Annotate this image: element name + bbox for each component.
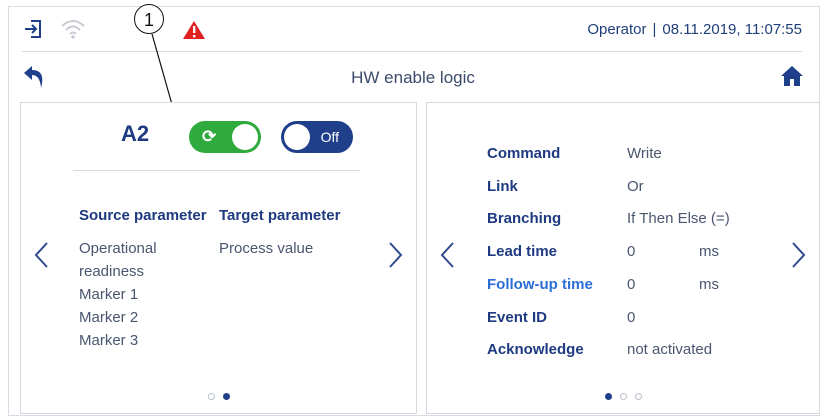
off-toggle[interactable]: Off bbox=[281, 121, 353, 153]
page-title: HW enable logic bbox=[351, 68, 475, 87]
param-unit: ms bbox=[699, 243, 719, 260]
page-dot[interactable] bbox=[619, 393, 627, 400]
left-panel: A2 ⟳ Off Source parameter Target paramet… bbox=[20, 102, 417, 414]
refresh-icon: ⟳ bbox=[202, 127, 217, 146]
target-parameter-list: Process value bbox=[219, 237, 313, 260]
list-item: Process value bbox=[219, 240, 314, 257]
param-value: 0 bbox=[627, 276, 636, 293]
param-key[interactable]: Follow-up time bbox=[487, 276, 627, 293]
chevron-left-icon[interactable] bbox=[33, 241, 49, 275]
list-item: Operational bbox=[79, 240, 157, 257]
page-dot[interactable] bbox=[207, 393, 215, 400]
toggle-knob bbox=[232, 124, 258, 150]
param-key: Acknowledge bbox=[487, 341, 584, 358]
home-icon[interactable] bbox=[780, 65, 804, 92]
toggle-knob bbox=[284, 124, 310, 150]
target-parameter-header: Target parameter bbox=[219, 207, 341, 224]
list-item: Marker 2 bbox=[79, 309, 139, 326]
title-bar: HW enable logic bbox=[8, 58, 818, 98]
param-value: 0 bbox=[627, 243, 636, 260]
page-dot-active[interactable] bbox=[222, 393, 230, 400]
list-item: Marker 3 bbox=[79, 332, 139, 349]
param-value: 0 bbox=[627, 309, 636, 326]
param-value: Or bbox=[627, 178, 644, 195]
source-parameter-list: Operational readiness Marker 1 Marker 2 … bbox=[79, 237, 157, 352]
chevron-right-icon[interactable] bbox=[388, 241, 404, 275]
page-dot-active[interactable] bbox=[604, 393, 612, 400]
param-value: Write bbox=[627, 145, 662, 162]
off-toggle-label: Off bbox=[320, 129, 339, 145]
list-item: readiness bbox=[79, 263, 145, 280]
chevron-right-icon[interactable] bbox=[791, 241, 807, 275]
chevron-left-icon[interactable] bbox=[439, 241, 455, 275]
param-key: Event ID bbox=[487, 309, 548, 326]
enable-toggle[interactable]: ⟳ bbox=[189, 121, 261, 153]
page-indicator bbox=[21, 387, 416, 405]
page-indicator bbox=[427, 387, 819, 405]
param-key: Lead time bbox=[487, 243, 558, 260]
source-parameter-header: Source parameter bbox=[79, 207, 207, 224]
param-key: Command bbox=[487, 145, 561, 162]
device-label: A2 bbox=[121, 121, 150, 146]
right-panel: Command Write Link Or Branching If Then … bbox=[426, 102, 820, 414]
param-key: Link bbox=[487, 178, 518, 195]
panel-divider bbox=[73, 170, 360, 171]
page-dot[interactable] bbox=[634, 393, 642, 400]
param-unit: ms bbox=[699, 276, 719, 293]
list-item: Marker 1 bbox=[79, 286, 139, 303]
param-key: Branching bbox=[487, 210, 562, 227]
param-value: not activated bbox=[627, 341, 713, 358]
callout-marker: 1 bbox=[134, 4, 164, 34]
param-value: If Then Else (=) bbox=[627, 210, 730, 227]
